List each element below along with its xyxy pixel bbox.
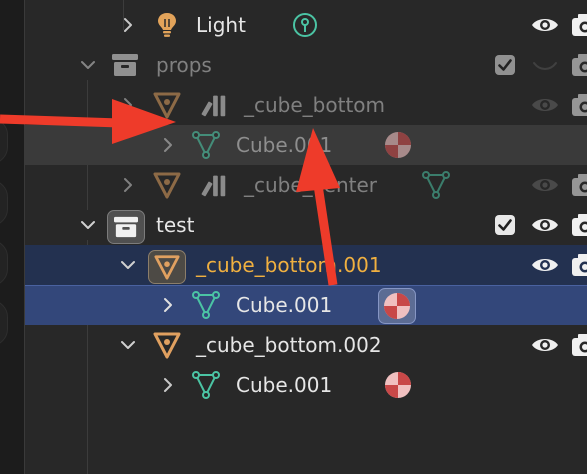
annotation-arrow-left: [0, 99, 176, 144]
annotation-arrow-up: [296, 128, 340, 286]
annotation-arrows: [0, 99, 340, 286]
